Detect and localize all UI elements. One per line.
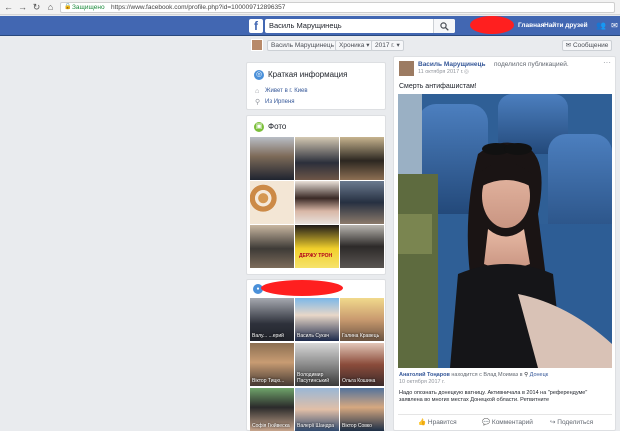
- photo-thumb[interactable]: ДЕРЖУ ТРОН: [295, 225, 339, 268]
- photo-thumb[interactable]: [295, 181, 339, 224]
- year-select[interactable]: 2017 г. ▾: [371, 40, 404, 51]
- friend-tile[interactable]: Валерії Шандра: [295, 388, 339, 431]
- lock-icon: 🔒: [64, 4, 72, 10]
- home-link[interactable]: Главная: [518, 21, 544, 30]
- shared-action: находится с Влад Моимаз в: [451, 372, 523, 378]
- avatar[interactable]: [399, 61, 414, 76]
- share-label: Поделиться: [557, 419, 594, 426]
- friend-requests-icon[interactable]: 👥: [596, 21, 606, 30]
- photos-title: Фото: [268, 122, 287, 131]
- friend-name: Софія Гюйвеска: [252, 423, 290, 429]
- friend-tile[interactable]: Віктор Тицю...: [250, 343, 294, 386]
- globe-icon: ◎: [254, 70, 264, 80]
- home-icon[interactable]: ⌂: [46, 2, 55, 12]
- friend-tile[interactable]: Володимир Пасутинський: [295, 343, 339, 386]
- search-input[interactable]: Василь Марущинець: [265, 19, 455, 33]
- shared-text: Надо опознать донецкую ватницу. Активнич…: [399, 390, 588, 403]
- photo-thumb[interactable]: [250, 225, 294, 268]
- url-text[interactable]: https://www.facebook.com/profile.php?id=…: [111, 4, 285, 12]
- from-place[interactable]: Из Ирпеня: [265, 99, 295, 106]
- like-button[interactable]: 👍 Нравится: [418, 418, 457, 427]
- location-pin-icon: ⚲: [524, 372, 529, 378]
- photo-scene: [398, 94, 612, 368]
- comment-button[interactable]: 💬 Комментарий: [482, 418, 533, 427]
- shared-place[interactable]: Донецк: [530, 372, 549, 378]
- address-bar[interactable]: 🔒 Защищено https://www.facebook.com/prof…: [60, 2, 615, 13]
- forward-arrow-icon[interactable]: →: [18, 2, 27, 12]
- comment-label: Комментарий: [491, 419, 533, 426]
- search-button[interactable]: [433, 19, 455, 33]
- home-icon: ⌂: [255, 88, 260, 95]
- redaction-mark: [261, 280, 343, 296]
- about-card: ◎ Краткая информация ⌂ Живет в г. Киев ⚲…: [246, 62, 386, 110]
- post-photo[interactable]: [398, 94, 612, 368]
- shared-date[interactable]: 10 октября 2017 г.: [399, 379, 445, 386]
- post-actions: 👍 Нравится 💬 Комментарий ↪ Поделиться: [398, 414, 612, 428]
- post-author[interactable]: Василь Марущинець: [418, 61, 485, 69]
- search-icon: [440, 22, 449, 31]
- friend-name: Валу... ...ерий: [252, 333, 284, 339]
- post-card: Василь Марущинець поделился публикацией.…: [393, 56, 616, 431]
- photos-card: ▣ Фото ДЕРЖУ ТРОН: [246, 115, 386, 275]
- profile-subbar: Василь Марущинець Хроника ▾ 2017 г. ▾ ✉ …: [246, 37, 616, 54]
- friend-tile[interactable]: Валу... ...ерий: [250, 298, 294, 341]
- friend-tile[interactable]: Віктор Совко: [340, 388, 384, 431]
- reload-icon[interactable]: ↻: [32, 2, 41, 12]
- location-pin-icon: ⚲: [255, 99, 261, 106]
- search-value: Василь Марущинець: [269, 21, 342, 30]
- shared-author[interactable]: Анатолий Тоңаров: [399, 372, 450, 378]
- timeline-label: Хроника: [339, 42, 365, 49]
- messages-icon[interactable]: ✉: [610, 21, 619, 30]
- friend-name: Валерії Шандра: [297, 423, 335, 429]
- photo-thumb[interactable]: [250, 137, 294, 180]
- back-arrow-icon[interactable]: ←: [4, 2, 13, 12]
- post-action: поделился публикацией.: [494, 61, 569, 68]
- friend-tile[interactable]: Софія Гюйвеска: [250, 388, 294, 431]
- shared-info: Анатолий Тоңаров находится с Влад Моимаз…: [399, 372, 548, 379]
- share-button[interactable]: ↪ Поделиться: [550, 418, 593, 427]
- message-button[interactable]: ✉ Сообщение: [562, 40, 612, 51]
- secure-label: Защищено: [72, 4, 105, 11]
- friends-card: ● Валу... ...ерий Василь Сукач Галина Кр…: [246, 279, 386, 431]
- friend-tile[interactable]: Галина Кравець: [340, 298, 384, 341]
- friend-name: Ольга Кошина: [342, 378, 376, 384]
- lives-in[interactable]: Живет в г. Киев: [265, 88, 308, 95]
- photo-caption: ДЕРЖУ ТРОН: [299, 253, 333, 259]
- post-text: Смерть антифашистам!: [399, 83, 477, 90]
- browser-toolbar: ← → ↻ ⌂ 🔒 Защищено https://www.facebook.…: [0, 0, 620, 15]
- timeline-button[interactable]: Хроника ▾: [335, 40, 374, 51]
- avatar[interactable]: [251, 39, 263, 51]
- photo-icon: ▣: [254, 122, 264, 132]
- photo-thumb[interactable]: [295, 137, 339, 180]
- facebook-logo[interactable]: f: [249, 19, 263, 33]
- facebook-header: f Василь Марущинець Главная Найти друзей…: [0, 16, 620, 36]
- friend-name: Галина Кравець: [342, 333, 380, 339]
- friend-name: Володимир Пасутинський: [297, 372, 330, 384]
- redaction-mark: [470, 16, 514, 34]
- friend-name: Віктор Тицю...: [252, 378, 285, 384]
- friend-name: Василь Сукач: [297, 333, 330, 339]
- like-label: Нравится: [427, 419, 457, 426]
- friend-tile[interactable]: Ольга Кошина: [340, 343, 384, 386]
- about-title: Краткая информация: [268, 70, 348, 79]
- year-label: 2017 г.: [375, 42, 395, 49]
- more-options-icon[interactable]: ···: [603, 59, 611, 67]
- friend-tile[interactable]: Василь Сукач: [295, 298, 339, 341]
- message-label: Сообщение: [572, 42, 609, 49]
- post-date[interactable]: 11 октября 2017 г.: [418, 69, 464, 76]
- photo-thumb[interactable]: [340, 181, 384, 224]
- photo-thumb[interactable]: [250, 181, 294, 224]
- friend-name: Віктор Совко: [342, 423, 372, 429]
- profile-name-button[interactable]: Василь Марущинець: [267, 40, 339, 51]
- photo-thumb[interactable]: [340, 137, 384, 180]
- find-friends-link[interactable]: Найти друзей: [544, 21, 588, 30]
- photo-thumb[interactable]: [340, 225, 384, 268]
- globe-icon: ◎: [464, 69, 469, 75]
